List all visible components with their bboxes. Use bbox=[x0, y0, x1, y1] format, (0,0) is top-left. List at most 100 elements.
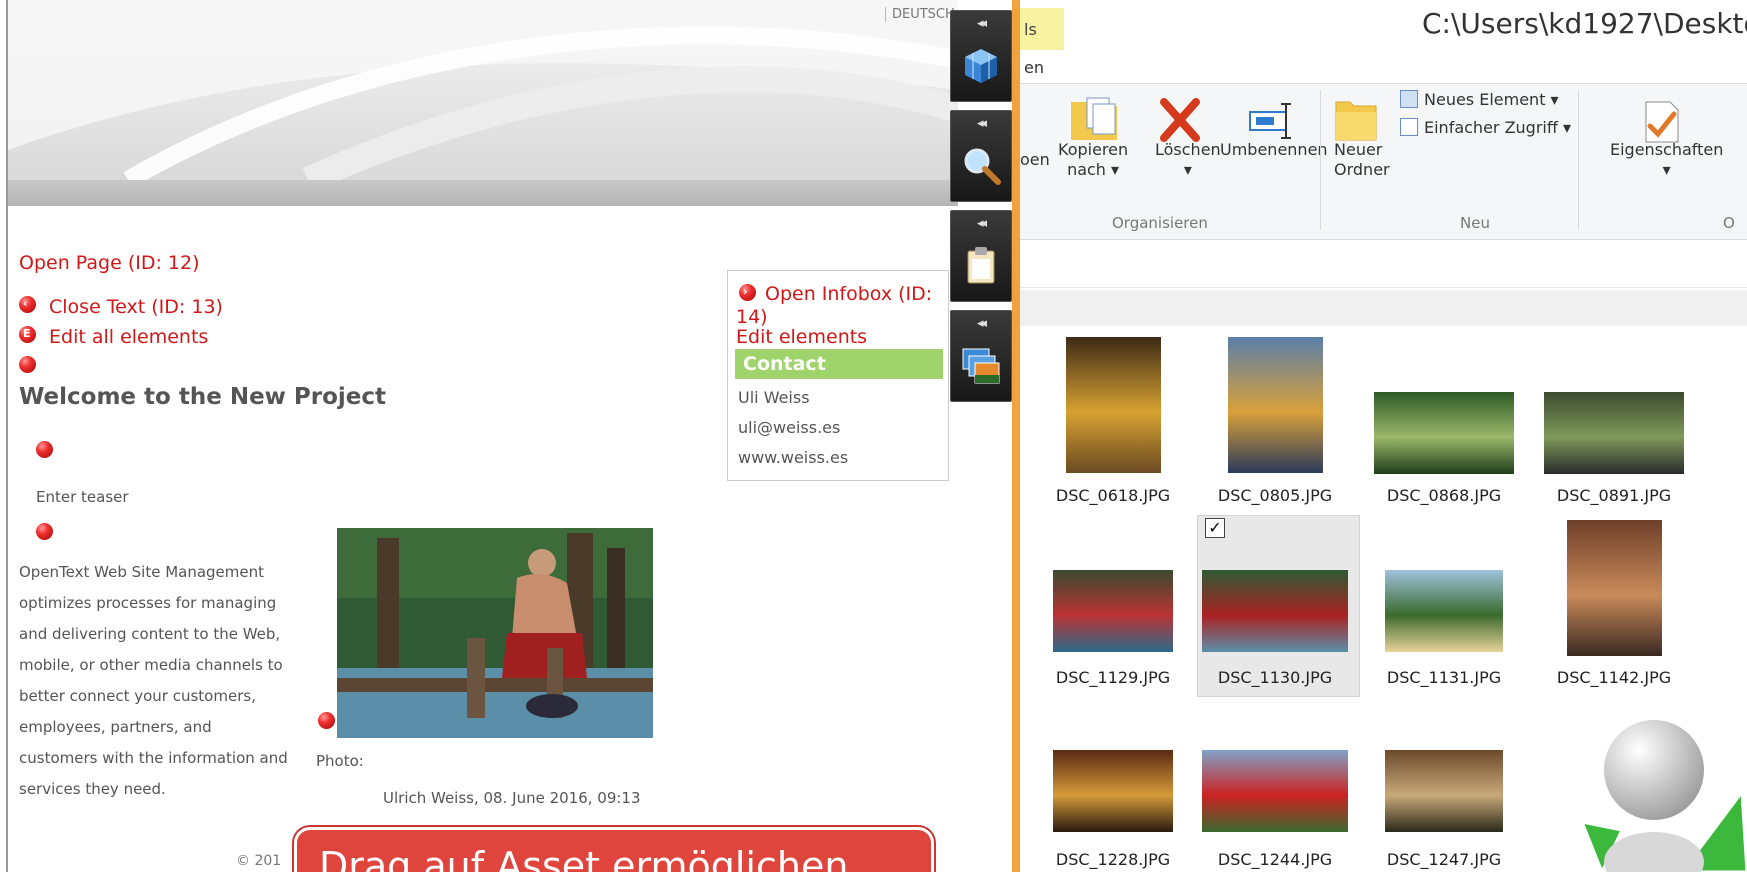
properties-label: Eigenschaften bbox=[1610, 140, 1724, 159]
copy-to-icon[interactable] bbox=[1065, 96, 1125, 144]
file-thumbnail[interactable] bbox=[1053, 570, 1173, 652]
body-line: optimizes processes for managing bbox=[19, 594, 277, 612]
images-icon bbox=[962, 348, 1000, 384]
footer-copyright: © 201 bbox=[236, 853, 282, 869]
close-text-icon[interactable]: ‹ bbox=[19, 296, 36, 313]
tools-tab[interactable]: ls bbox=[1020, 8, 1064, 50]
group-new: Neu bbox=[1460, 214, 1490, 232]
ribbon-separator bbox=[1578, 90, 1579, 230]
delete-label: Löschen bbox=[1155, 140, 1221, 159]
file-thumbnail[interactable] bbox=[1065, 337, 1161, 473]
copy-to-button[interactable]: Kopieren nach ▾ bbox=[1058, 140, 1128, 180]
ribbon-separator bbox=[1320, 90, 1321, 230]
file-name[interactable]: DSC_1142.JPG bbox=[1539, 668, 1689, 687]
file-name[interactable]: DSC_1244.JPG bbox=[1200, 850, 1350, 869]
file-thumbnail[interactable] bbox=[1566, 520, 1662, 656]
body-line: customers with the information and bbox=[19, 749, 288, 767]
ribbon-tab[interactable]: en bbox=[1024, 58, 1044, 77]
delete-icon[interactable] bbox=[1158, 98, 1202, 142]
file-name[interactable]: DSC_0805.JPG bbox=[1200, 486, 1350, 505]
open-infobox-link[interactable]: Open Infobox (ID: bbox=[765, 283, 932, 305]
open-infobox-icon[interactable]: › bbox=[739, 284, 756, 301]
properties-icon[interactable] bbox=[1640, 98, 1684, 144]
easy-access-button[interactable]: Einfacher Zugriff ▾ bbox=[1424, 118, 1571, 138]
language-switch-link[interactable]: DEUTSCH bbox=[885, 7, 955, 22]
new-folder-button[interactable]: Neuer Ordner bbox=[1334, 140, 1390, 180]
teaser-edit-icon[interactable] bbox=[36, 441, 53, 458]
cms-page: DEUTSCH Open Page (ID: 12) ‹ Close Text … bbox=[0, 0, 958, 872]
body-edit-icon[interactable] bbox=[36, 523, 53, 540]
delete-arrow: ▾ bbox=[1183, 160, 1192, 179]
file-checkbox[interactable]: ✓ bbox=[1205, 518, 1225, 538]
cms-sidebar-toolbar: ◂◂ ◂◂ ◂◂ ◂◂ bbox=[950, 10, 1012, 430]
file-name[interactable]: DSC_1129.JPG bbox=[1038, 668, 1188, 687]
address-bar[interactable] bbox=[1020, 240, 1747, 288]
ribbon-tab-row: en bbox=[1020, 52, 1747, 84]
copy-to-label: Kopieren bbox=[1058, 140, 1129, 159]
properties-arrow: ▾ bbox=[1662, 160, 1671, 179]
window-title-path: C:\Users\kd1927\Desktop\My bbox=[1422, 7, 1747, 40]
contact-name: Uli Weiss bbox=[738, 388, 810, 407]
delete-button[interactable]: Löschen ▾ bbox=[1155, 140, 1221, 180]
open-page-link[interactable]: Open Page (ID: 12) bbox=[19, 252, 200, 274]
file-thumbnail[interactable] bbox=[1385, 570, 1503, 652]
file-name[interactable]: DSC_0618.JPG bbox=[1038, 486, 1188, 505]
file-thumbnail[interactable] bbox=[1202, 750, 1348, 832]
file-thumbnail[interactable] bbox=[1053, 750, 1173, 832]
file-thumbnail[interactable] bbox=[1544, 392, 1684, 474]
properties-button[interactable]: Eigenschaften ▾ bbox=[1610, 140, 1723, 180]
file-name[interactable]: DSC_1228.JPG bbox=[1038, 850, 1188, 869]
magnifier-icon bbox=[964, 148, 1001, 185]
file-thumbnail[interactable] bbox=[1374, 392, 1514, 474]
new-item-icon bbox=[1400, 90, 1418, 108]
navigation-bar bbox=[8, 180, 958, 206]
article-photo[interactable] bbox=[337, 528, 653, 738]
file-name[interactable]: DSC_1130.JPG bbox=[1200, 668, 1350, 687]
open-infobox-id[interactable]: 14) bbox=[736, 306, 768, 328]
new-folder-icon[interactable] bbox=[1332, 96, 1380, 144]
body-line: and delivering content to the Web, bbox=[19, 625, 281, 643]
file-name[interactable]: DSC_0868.JPG bbox=[1369, 486, 1519, 505]
body-line: mobile, or other media channels to bbox=[19, 656, 283, 674]
collapse-icon[interactable]: ◂◂ bbox=[977, 316, 987, 331]
column-header-bar bbox=[1020, 290, 1747, 326]
toolbar-panel-1[interactable]: ◂◂ bbox=[950, 10, 1012, 102]
move-button-partial[interactable]: oen bbox=[1020, 150, 1050, 170]
window-divider bbox=[1012, 0, 1020, 872]
toolbar-panel-2[interactable]: ◂◂ bbox=[950, 110, 1012, 202]
teaser-text: Enter teaser bbox=[36, 488, 129, 506]
body-line: OpenText Web Site Management bbox=[19, 563, 265, 581]
toolbar-panel-4[interactable]: ◂◂ bbox=[950, 310, 1012, 402]
clipboard-icon bbox=[967, 247, 995, 284]
edit-all-icon[interactable]: E bbox=[19, 326, 36, 343]
callout-banner: Drag auf Asset ermöglichen bbox=[294, 827, 934, 872]
photo-label: Photo: bbox=[316, 752, 364, 770]
mascot-figure bbox=[1562, 712, 1747, 872]
toolbar-panel-3[interactable]: ◂◂ bbox=[950, 210, 1012, 302]
collapse-icon[interactable]: ◂◂ bbox=[977, 116, 987, 131]
edit-all-link[interactable]: Edit all elements bbox=[49, 326, 208, 348]
infobox: › Open Infobox (ID: 14) Edit elements Co… bbox=[727, 270, 949, 481]
photo-edit-icon[interactable] bbox=[318, 712, 335, 729]
rename-icon[interactable] bbox=[1248, 102, 1296, 140]
file-name[interactable]: DSC_0891.JPG bbox=[1539, 486, 1689, 505]
file-thumbnail[interactable] bbox=[1385, 750, 1503, 832]
collapse-icon[interactable]: ◂◂ bbox=[977, 16, 987, 31]
rename-button[interactable]: Umbenennen bbox=[1220, 140, 1328, 160]
group-open-partial: O bbox=[1723, 214, 1735, 232]
file-thumbnail[interactable] bbox=[1227, 337, 1323, 473]
file-name[interactable]: DSC_1131.JPG bbox=[1369, 668, 1519, 687]
contact-email[interactable]: uli@weiss.es bbox=[738, 418, 840, 437]
new-folder-label-2: Ordner bbox=[1334, 160, 1390, 179]
contact-heading: Contact bbox=[735, 349, 943, 379]
contact-web[interactable]: www.weiss.es bbox=[738, 448, 848, 467]
file-thumbnail[interactable] bbox=[1202, 570, 1348, 652]
collapse-icon[interactable]: ◂◂ bbox=[977, 216, 987, 231]
edit-elements-link[interactable]: Edit elements bbox=[736, 326, 867, 348]
new-item-button[interactable]: Neues Element ▾ bbox=[1424, 90, 1559, 110]
group-organize: Organisieren bbox=[1112, 214, 1208, 232]
ribbon: oen Kopieren nach ▾ Löschen ▾ Umbenennen… bbox=[1020, 84, 1747, 240]
file-name[interactable]: DSC_1247.JPG bbox=[1369, 850, 1519, 869]
headline-edit-icon[interactable] bbox=[19, 356, 36, 373]
close-text-link[interactable]: Close Text (ID: 13) bbox=[49, 296, 223, 318]
